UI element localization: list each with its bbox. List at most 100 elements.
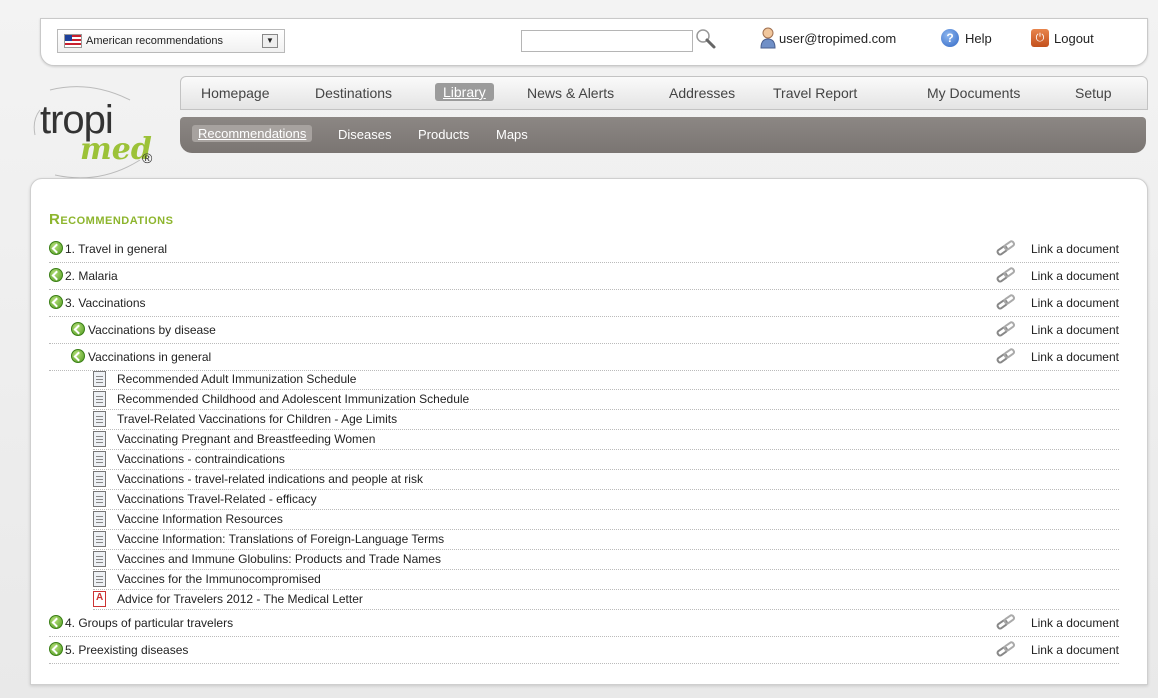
expand-icon[interactable] <box>71 322 85 336</box>
link-document-button[interactable]: Link a document <box>1031 643 1119 657</box>
nav-item-addresses[interactable]: Addresses <box>669 85 735 101</box>
section-label[interactable]: 4. Groups of particular travelers <box>65 616 233 630</box>
document-icon <box>93 371 106 387</box>
document-label[interactable]: Travel-Related Vaccinations for Children… <box>117 412 397 426</box>
document-item[interactable]: Vaccine Information Resources <box>93 509 1119 530</box>
pdf-icon <box>93 591 106 607</box>
collapse-icon[interactable] <box>49 295 63 309</box>
document-item[interactable]: Vaccinating Pregnant and Breastfeeding W… <box>93 429 1119 450</box>
section-label[interactable]: Vaccinations by disease <box>88 323 216 337</box>
section-row[interactable]: 4. Groups of particular travelers Link a… <box>49 611 1119 637</box>
document-item[interactable]: Recommended Childhood and Adolescent Imm… <box>93 389 1119 410</box>
document-icon <box>93 391 106 407</box>
page-title: Recommendations <box>49 211 174 228</box>
expand-icon[interactable] <box>49 642 63 656</box>
collapse-icon[interactable] <box>71 349 85 363</box>
link-document-button[interactable]: Link a document <box>1031 269 1119 283</box>
document-label[interactable]: Vaccines for the Immunocompromised <box>117 572 321 586</box>
section-row[interactable]: 5. Preexisting diseases Link a document <box>49 638 1119 664</box>
document-item[interactable]: Vaccinations - contraindications <box>93 449 1119 470</box>
content-panel: Recommendations 1. Travel in general Lin… <box>30 178 1148 685</box>
document-icon <box>93 431 106 447</box>
chain-link-icon[interactable] <box>995 613 1017 631</box>
search-input[interactable] <box>521 30 693 52</box>
document-icon <box>93 571 106 587</box>
document-item[interactable]: Vaccinations Travel-Related - efficacy <box>93 489 1119 510</box>
section-row[interactable]: 2. Malaria Link a document <box>49 264 1119 290</box>
document-label[interactable]: Vaccine Information: Translations of For… <box>117 532 444 546</box>
chain-link-icon[interactable] <box>995 239 1017 257</box>
link-document-button[interactable]: Link a document <box>1031 350 1119 364</box>
document-label[interactable]: Vaccinating Pregnant and Breastfeeding W… <box>117 432 375 446</box>
subnav-item-products[interactable]: Products <box>418 127 469 142</box>
main-nav: Homepage Destinations Library News & Ale… <box>180 76 1148 110</box>
document-icon <box>93 551 106 567</box>
nav-item-homepage[interactable]: Homepage <box>201 85 270 101</box>
document-item[interactable]: Vaccines for the Immunocompromised <box>93 569 1119 590</box>
document-icon <box>93 411 106 427</box>
document-item[interactable]: Vaccinations - travel-related indication… <box>93 469 1119 490</box>
nav-item-news-alerts[interactable]: News & Alerts <box>527 85 614 101</box>
subnav-item-maps[interactable]: Maps <box>496 127 528 142</box>
document-item[interactable]: Vaccine Information: Translations of For… <box>93 529 1119 550</box>
chevron-down-icon[interactable]: ▼ <box>262 34 278 48</box>
chain-link-icon[interactable] <box>995 293 1017 311</box>
nav-item-library[interactable]: Library <box>435 83 494 101</box>
chain-link-icon[interactable] <box>995 640 1017 658</box>
document-label[interactable]: Vaccines and Immune Globulins: Products … <box>117 552 441 566</box>
document-item[interactable]: Vaccines and Immune Globulins: Products … <box>93 549 1119 570</box>
document-icon <box>93 511 106 527</box>
section-row[interactable]: 3. Vaccinations Link a document <box>49 291 1119 317</box>
document-item[interactable]: Travel-Related Vaccinations for Children… <box>93 409 1119 430</box>
power-icon[interactable]: ⏻ <box>1031 29 1049 47</box>
user-email[interactable]: user@tropimed.com <box>779 31 896 46</box>
us-flag-icon <box>64 34 82 48</box>
subsection-row[interactable]: Vaccinations in general Link a document <box>49 345 1119 371</box>
nav-item-setup[interactable]: Setup <box>1075 85 1112 101</box>
section-label[interactable]: 2. Malaria <box>65 269 118 283</box>
document-icon <box>93 531 106 547</box>
nav-item-destinations[interactable]: Destinations <box>315 85 392 101</box>
user-icon <box>760 27 776 49</box>
link-document-button[interactable]: Link a document <box>1031 323 1119 337</box>
document-item[interactable]: Recommended Adult Immunization Schedule <box>93 369 1119 390</box>
document-label[interactable]: Vaccinations Travel-Related - efficacy <box>117 492 317 506</box>
expand-icon[interactable] <box>49 268 63 282</box>
help-link[interactable]: Help <box>965 31 992 46</box>
link-document-button[interactable]: Link a document <box>1031 616 1119 630</box>
section-label[interactable]: Vaccinations in general <box>88 350 211 364</box>
logo-registered-mark: ® <box>142 150 153 166</box>
subnav-item-diseases[interactable]: Diseases <box>338 127 391 142</box>
section-label[interactable]: 3. Vaccinations <box>65 296 146 310</box>
document-label[interactable]: Vaccine Information Resources <box>117 512 283 526</box>
document-label[interactable]: Vaccinations - travel-related indication… <box>117 472 423 486</box>
expand-icon[interactable] <box>49 241 63 255</box>
document-icon <box>93 491 106 507</box>
chain-link-icon[interactable] <box>995 347 1017 365</box>
section-row[interactable]: 1. Travel in general Link a document <box>49 237 1119 263</box>
nav-item-travel-report[interactable]: Travel Report <box>773 85 857 101</box>
subnav-item-recommendations[interactable]: Recommendations <box>192 125 313 142</box>
expand-icon[interactable] <box>49 615 63 629</box>
search-icon[interactable] <box>694 27 718 51</box>
chain-link-icon[interactable] <box>995 320 1017 338</box>
section-label[interactable]: 1. Travel in general <box>65 242 167 256</box>
logout-link[interactable]: Logout <box>1054 31 1094 46</box>
nav-item-my-documents[interactable]: My Documents <box>927 85 1020 101</box>
link-document-button[interactable]: Link a document <box>1031 296 1119 310</box>
document-label[interactable]: Recommended Adult Immunization Schedule <box>117 372 356 386</box>
app-frame: American recommendations ▼ user@tropimed… <box>0 0 1158 698</box>
language-select[interactable]: American recommendations ▼ <box>57 29 285 53</box>
document-label[interactable]: Recommended Childhood and Adolescent Imm… <box>117 392 469 406</box>
subsection-row[interactable]: Vaccinations by disease Link a document <box>49 318 1119 344</box>
tropimed-logo[interactable]: tropi med ® <box>30 80 170 180</box>
chain-link-icon[interactable] <box>995 266 1017 284</box>
document-label[interactable]: Advice for Travelers 2012 - The Medical … <box>117 592 363 606</box>
help-icon[interactable]: ? <box>941 29 959 47</box>
section-label[interactable]: 5. Preexisting diseases <box>65 643 188 657</box>
document-item[interactable]: Advice for Travelers 2012 - The Medical … <box>93 589 1119 610</box>
sub-nav: Recommendations Diseases Products Maps <box>180 117 1146 153</box>
document-icon <box>93 451 106 467</box>
link-document-button[interactable]: Link a document <box>1031 242 1119 256</box>
document-label[interactable]: Vaccinations - contraindications <box>117 452 285 466</box>
